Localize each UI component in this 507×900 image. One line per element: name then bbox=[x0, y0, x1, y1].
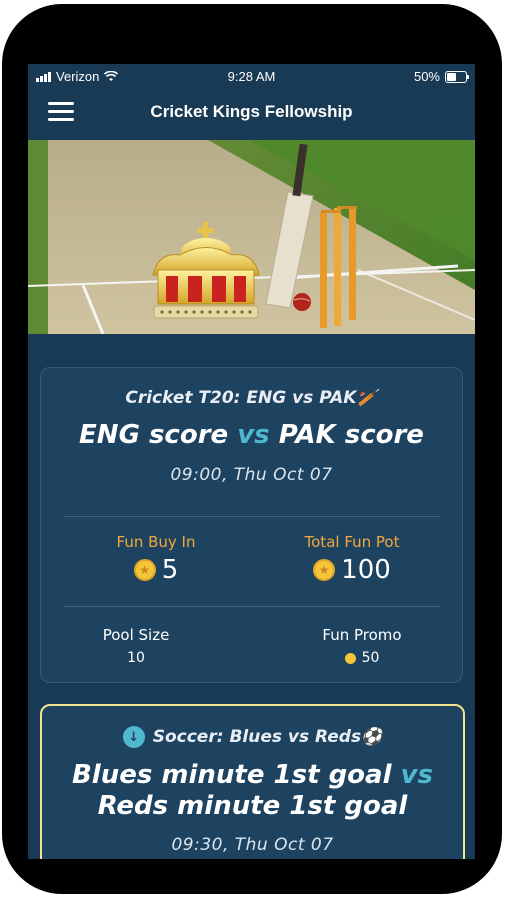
league-title-text: Soccer: Blues vs Reds⚽ bbox=[152, 727, 383, 747]
pool-size-value: 10 bbox=[127, 650, 145, 666]
total-fun-pot-stat: Total Fun Pot ★ 100 bbox=[277, 533, 427, 585]
match-title: ENG score vs PAK score bbox=[41, 420, 462, 451]
team-b-label: Reds minute 1st goal bbox=[97, 791, 408, 821]
arrow-down-icon[interactable]: ↓ bbox=[122, 726, 145, 748]
fun-buy-in-label: Fun Buy In bbox=[116, 533, 196, 551]
pool-size-label: Pool Size bbox=[102, 626, 170, 644]
coin-icon bbox=[344, 652, 356, 664]
divider bbox=[63, 606, 440, 607]
game-time: 09:00, Thu Oct 07 bbox=[170, 465, 333, 485]
team-b-label: PAK score bbox=[278, 420, 424, 450]
nav-bar: Cricket Kings Fellowship bbox=[28, 88, 475, 140]
fun-buy-in-value: 5 bbox=[161, 555, 179, 585]
coin-icon: ★ bbox=[133, 559, 156, 581]
hero-image bbox=[28, 140, 475, 335]
total-fun-pot-value: 100 bbox=[341, 555, 391, 585]
vs-label: vs bbox=[237, 420, 270, 450]
status-bar: Verizon 9:28 AM 50% bbox=[28, 64, 475, 88]
battery-percent: 50% bbox=[413, 69, 440, 84]
fun-promo-stat: Fun Promo 50 bbox=[297, 626, 427, 666]
team-a-label: ENG score bbox=[79, 420, 229, 450]
vs-label: vs bbox=[400, 760, 433, 790]
divider bbox=[63, 516, 440, 517]
league-title: Cricket T20: ENG vs PAK🏏 bbox=[125, 388, 378, 408]
pool-size-stat: Pool Size 10 bbox=[71, 626, 201, 666]
status-right: 50% bbox=[413, 69, 469, 84]
fun-promo-value: 50 bbox=[361, 650, 380, 666]
status-time: 9:28 AM bbox=[227, 69, 276, 84]
page-title: Cricket Kings Fellowship bbox=[150, 102, 353, 121]
game-card-highlighted[interactable]: ↓ Soccer: Blues vs Reds⚽ Blues minute 1st… bbox=[40, 704, 465, 859]
total-fun-pot-label: Total Fun Pot bbox=[304, 533, 400, 551]
game-card[interactable]: Cricket T20: ENG vs PAK🏏 ENG score vs PA… bbox=[40, 367, 463, 683]
cricket-pitch-illustration bbox=[28, 140, 475, 335]
fun-buy-in-stat: Fun Buy In ★ 5 bbox=[81, 533, 231, 585]
match-title: Blues minute 1st goal vs Reds minute 1st… bbox=[42, 760, 463, 822]
coin-icon: ★ bbox=[313, 559, 336, 581]
phone-frame: Verizon 9:28 AM 50% Cricket Kings Fellow bbox=[2, 4, 502, 894]
fun-promo-label: Fun Promo bbox=[322, 626, 402, 644]
team-a-label: Blues minute 1st goal bbox=[71, 760, 392, 790]
league-title: ↓ Soccer: Blues vs Reds⚽ bbox=[42, 726, 463, 748]
app-screen: Verizon 9:28 AM 50% Cricket Kings Fellow bbox=[28, 64, 475, 859]
game-time: 09:30, Thu Oct 07 bbox=[171, 835, 334, 855]
battery-icon bbox=[445, 70, 469, 83]
